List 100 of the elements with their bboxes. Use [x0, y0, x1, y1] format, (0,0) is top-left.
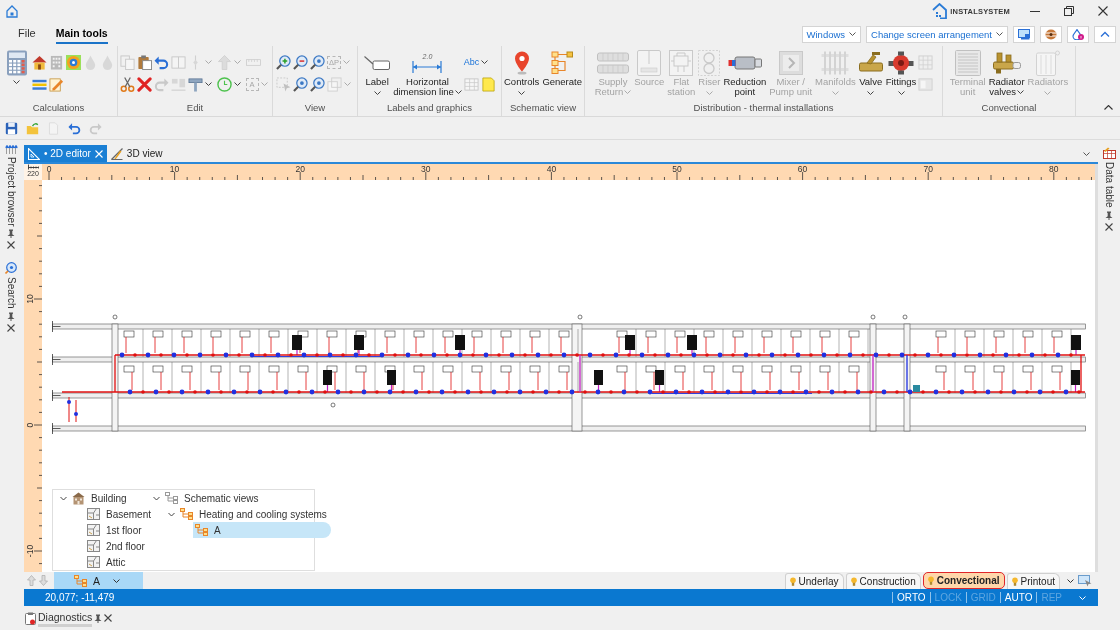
pin-icon[interactable]: [7, 229, 15, 239]
ribbon-button[interactable]: Generate: [541, 46, 583, 87]
save-icon[interactable]: [5, 121, 18, 135]
ribbon-button[interactable]: Controls: [503, 46, 541, 95]
monitor-icon[interactable]: [1013, 25, 1035, 43]
target-icon[interactable]: [65, 54, 81, 70]
tree-item[interactable]: 2nd floor: [85, 538, 149, 554]
tree-item[interactable]: Basement: [85, 506, 156, 522]
zoom-icon[interactable]: [310, 76, 325, 92]
chevron-up-icon[interactable]: [1094, 25, 1116, 43]
close-icon[interactable]: [7, 324, 15, 333]
tree-item[interactable]: Building: [70, 490, 149, 506]
minimize-icon[interactable]: [1030, 10, 1040, 12]
document-tab[interactable]: • 2D editor: [24, 145, 107, 162]
folder-icon[interactable]: [26, 121, 39, 135]
ruler-label: 80: [1049, 164, 1059, 174]
panel-tab[interactable]: Project browser: [5, 157, 17, 227]
close-icon[interactable]: [1105, 222, 1113, 231]
tree-item[interactable]: 1st floor: [85, 522, 149, 538]
logo-icon: [932, 3, 948, 19]
scissors-icon[interactable]: [119, 76, 135, 92]
paste-icon[interactable]: [136, 54, 152, 70]
layer-tab[interactable]: Underlay: [784, 572, 844, 589]
menu-tab[interactable]: Main tools: [55, 24, 108, 44]
ribbon-button[interactable]: Valve: [857, 46, 884, 95]
text-style-tool[interactable]: Abc: [463, 55, 480, 69]
pin-icon[interactable]: [94, 613, 103, 623]
zoom-out-icon[interactable]: [293, 54, 308, 70]
caret-icon[interactable]: [996, 32, 1003, 36]
group-label: Edit: [186, 101, 204, 115]
group-label: Distribution - thermal installations: [693, 101, 834, 115]
document-tab[interactable]: 3D view: [106, 145, 167, 162]
zoom-icon[interactable]: [293, 76, 308, 92]
bottom-panel-tab[interactable]: Diagnostics: [38, 609, 93, 627]
grille-icon: [954, 49, 981, 76]
delete-icon[interactable]: [136, 76, 152, 92]
group-label: Calculations: [32, 101, 85, 115]
ribbon-button[interactable]: Radiator valves: [987, 46, 1026, 97]
bulb-icon: [927, 576, 934, 585]
caret-icon[interactable]: [233, 82, 241, 86]
flow-chart-icon: [551, 50, 574, 75]
dropdown[interactable]: Windows: [801, 25, 862, 43]
caret-icon[interactable]: [1017, 90, 1025, 95]
pin-icon[interactable]: [7, 312, 15, 322]
undo-icon[interactable]: [153, 54, 169, 70]
chevron-icon[interactable]: [167, 510, 175, 518]
collapse-icon[interactable]: [1104, 105, 1113, 110]
undo-icon[interactable]: [68, 121, 81, 135]
ribbon-button[interactable]: Reduction point: [722, 46, 768, 97]
tree-item[interactable]: Attic: [85, 554, 149, 570]
cabinet-icon: [637, 49, 662, 76]
close-icon[interactable]: [7, 241, 15, 250]
caret-icon[interactable]: [373, 91, 381, 95]
chevron-icon[interactable]: [152, 494, 160, 502]
caret-icon[interactable]: [849, 32, 857, 36]
floor-plan-icon: [87, 524, 100, 536]
menu-tab[interactable]: File: [18, 24, 36, 44]
layer-tab[interactable]: Printout: [1006, 572, 1060, 589]
house-icon[interactable]: [31, 54, 47, 70]
status-toggle[interactable]: AUTO: [999, 592, 1037, 603]
caret-icon[interactable]: [481, 60, 489, 64]
panel-tab[interactable]: Data table: [1103, 162, 1115, 208]
close-icon[interactable]: [1098, 6, 1108, 16]
dropdown[interactable]: Change screen arrangement: [866, 25, 1008, 43]
zoom-icon[interactable]: [310, 54, 325, 70]
caret-icon[interactable]: [518, 91, 526, 95]
ribbon-button[interactable]: Label: [363, 46, 392, 95]
cable-reel-icon[interactable]: [1040, 25, 1062, 43]
tree-item[interactable]: Heating and cooling systems: [178, 506, 331, 522]
caret-icon[interactable]: [454, 90, 462, 95]
caret-icon[interactable]: [1067, 578, 1074, 583]
valve-icon: [992, 51, 1021, 74]
tree-item[interactable]: A: [193, 522, 331, 538]
bulb-icon: [850, 576, 857, 586]
radiator-icon: [1035, 49, 1060, 76]
caret-icon[interactable]: [867, 91, 875, 95]
caret-icon[interactable]: [13, 80, 20, 84]
tree-item[interactable]: Schematic views: [163, 490, 331, 506]
ruler-label: 10: [25, 294, 36, 304]
pin-icon[interactable]: [1105, 210, 1113, 220]
ribbon-button[interactable]: Fittings: [884, 46, 918, 95]
caret-icon[interactable]: [1083, 152, 1090, 156]
chevron-icon[interactable]: [59, 494, 67, 502]
restore-icon[interactable]: [1064, 6, 1074, 16]
caret-icon[interactable]: [897, 91, 905, 95]
view-dropdown[interactable]: A: [54, 572, 143, 589]
status-toggle[interactable]: ORTO: [892, 592, 930, 603]
caret-icon[interactable]: [113, 578, 120, 583]
schematic-icon: [195, 524, 208, 536]
layer-tab[interactable]: Construction: [845, 572, 921, 589]
pump-icon: [888, 50, 914, 75]
zoom-in-icon[interactable]: [276, 54, 291, 70]
caret-icon[interactable]: [204, 82, 212, 86]
ruler-label: 30: [421, 164, 431, 174]
panel-tab[interactable]: Search: [5, 277, 17, 310]
drop-info-icon[interactable]: [1067, 25, 1089, 43]
close-icon[interactable]: [104, 614, 113, 622]
floor-plan-icon: [87, 540, 100, 552]
sheet-pencil-icon[interactable]: [48, 76, 64, 92]
layer-tab[interactable]: Convectional: [922, 572, 1005, 589]
